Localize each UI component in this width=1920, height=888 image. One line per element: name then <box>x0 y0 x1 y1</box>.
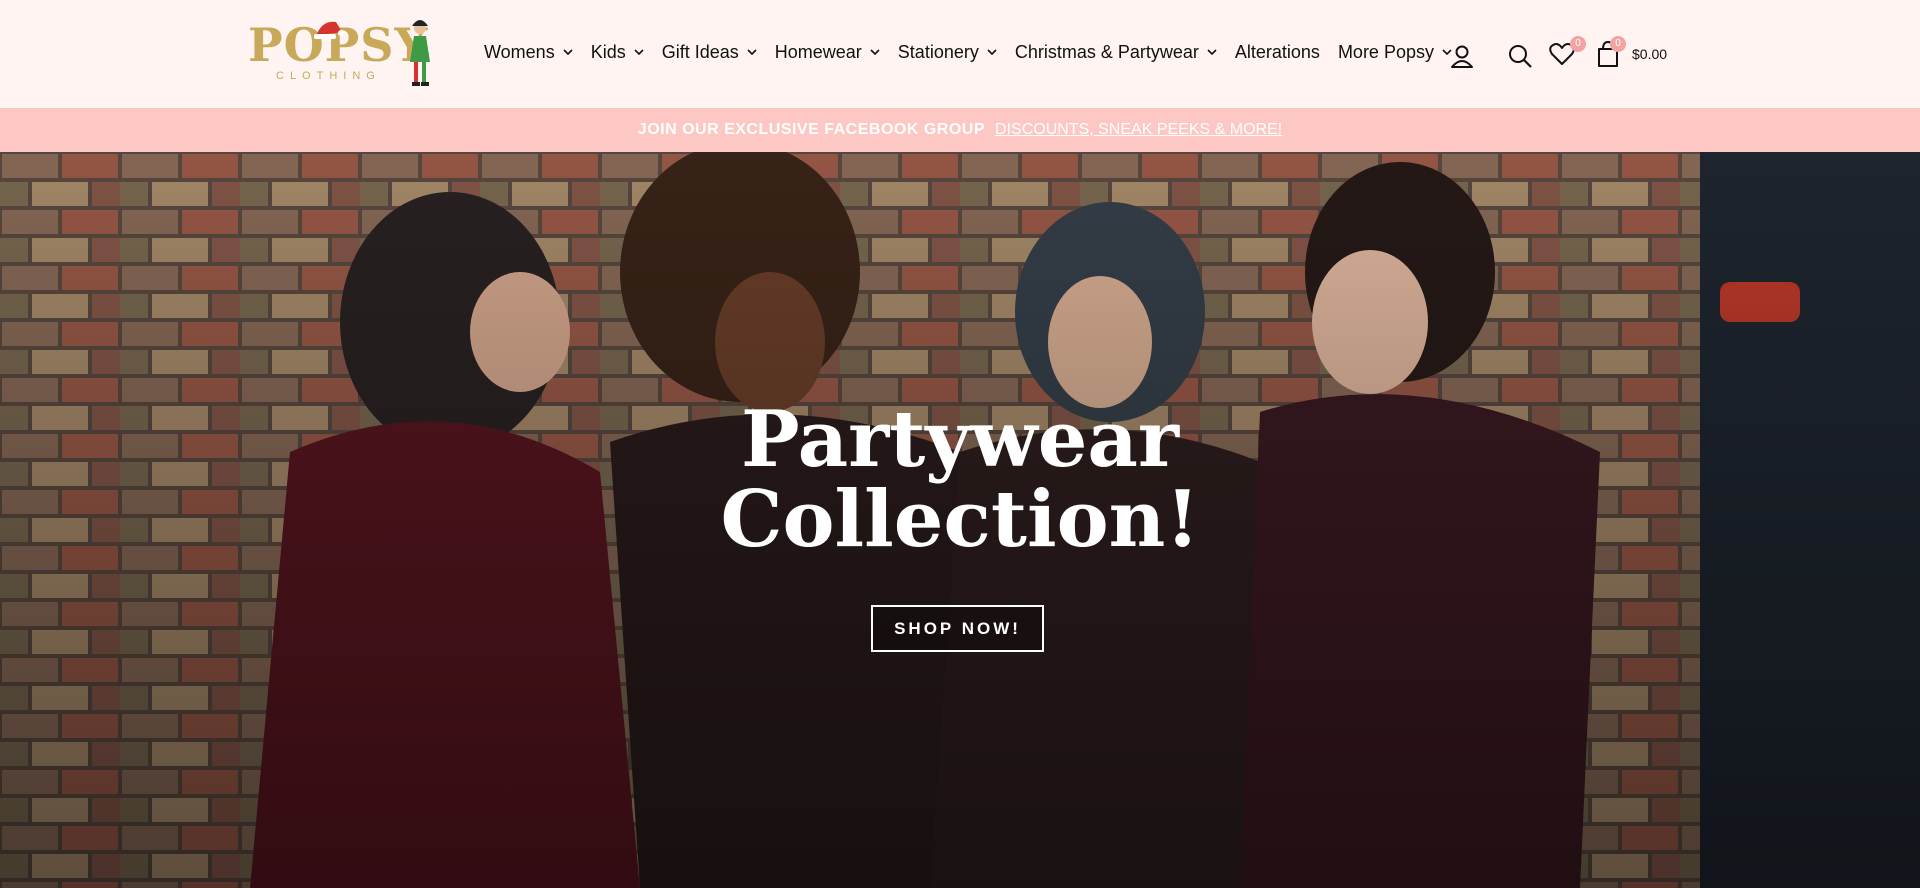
nav-item-label: Womens <box>484 41 555 62</box>
nav-item-gift-ideas[interactable]: Gift Ideas <box>662 42 757 63</box>
hero-title: Partywear Collection! <box>660 400 1260 560</box>
hero-title-line2: Collection! <box>720 474 1200 565</box>
cart-total[interactable]: $0.00 <box>1632 46 1667 62</box>
brand-logo[interactable]: POPSY CLOTHING <box>248 18 434 90</box>
search-icon[interactable] <box>1506 42 1534 70</box>
chevron-down-icon <box>747 49 757 56</box>
announcement-text: JOIN OUR EXCLUSIVE FACEBOOK GROUP <box>637 121 986 138</box>
nav-item-homewear[interactable]: Homewear <box>775 42 880 63</box>
nav-item-label: Christmas & Partywear <box>1014 41 1199 62</box>
cart-count-badge: 0 <box>1610 36 1626 52</box>
nav-item-christmas-partywear[interactable]: Christmas & Partywear <box>1015 42 1217 63</box>
nav-item-more-popsy[interactable]: More Popsy <box>1338 42 1452 63</box>
logo-subtext: CLOTHING <box>276 70 381 82</box>
nav-item-label: Alterations <box>1234 41 1320 62</box>
announcement-bar: JOIN OUR EXCLUSIVE FACEBOOK GROUP DISCOU… <box>0 108 1920 152</box>
nav-item-womens[interactable]: Womens <box>484 42 573 63</box>
nav-item-label: Kids <box>590 41 626 62</box>
chevron-down-icon <box>563 49 573 56</box>
announcement-link[interactable]: DISCOUNTS, SNEAK PEEKS & MORE! <box>995 121 1282 139</box>
nav-item-kids[interactable]: Kids <box>591 42 644 63</box>
chevron-down-icon <box>987 49 997 56</box>
nav-item-label: More Popsy <box>1337 41 1434 62</box>
shop-now-button[interactable]: SHOP NOW! <box>871 605 1044 652</box>
chevron-down-icon <box>634 49 644 56</box>
chevron-down-icon <box>870 49 880 56</box>
nav-item-label: Homewear <box>774 41 862 62</box>
nav-item-stationery[interactable]: Stationery <box>898 42 997 63</box>
nav-item-label: Gift Ideas <box>661 41 739 62</box>
nav-item-label: Stationery <box>897 41 979 62</box>
chevron-down-icon <box>1207 49 1217 56</box>
nav-item-alterations[interactable]: Alterations <box>1235 42 1320 63</box>
hero-banner: Partywear Collection! SHOP NOW! <box>0 152 1920 888</box>
elf-figure-icon <box>410 20 430 86</box>
hero-title-line1: Partywear <box>741 394 1179 485</box>
user-icon[interactable] <box>1448 42 1476 70</box>
site-header: POPSY CLOTHING Womens Kids Gift Ideas Ho… <box>0 0 1920 108</box>
main-navigation: Womens Kids Gift Ideas Homewear Statione… <box>484 40 1470 64</box>
santa-hat-icon <box>314 21 344 39</box>
wishlist-count-badge: 0 <box>1570 36 1586 52</box>
